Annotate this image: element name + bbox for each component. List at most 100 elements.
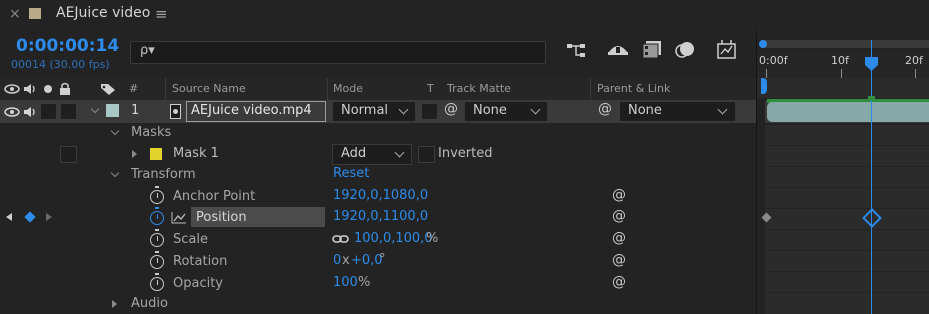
anchor-point-stopwatch-icon[interactable]: [150, 186, 164, 204]
ruler-label-0: 0:00f: [759, 54, 788, 67]
rotation-turns-value[interactable]: 0: [333, 253, 341, 268]
timeline-header: 0:00:00:14 00014 (30.00 fps) ρ▾: [0, 30, 756, 78]
opacity-stopwatch-icon[interactable]: [150, 273, 164, 291]
add-keyframe-icon[interactable]: [24, 211, 36, 223]
label-tag-icon[interactable]: [100, 82, 116, 96]
layer-column-header: # Source Name Mode T Track Matte Parent …: [0, 78, 756, 101]
anchor-point-value[interactable]: 1920,0,1080,0: [333, 188, 428, 203]
playhead-handle-icon[interactable]: [864, 56, 879, 72]
timeline-row-audio: [765, 293, 929, 314]
mask-name[interactable]: Mask 1: [173, 146, 219, 161]
layer-index: 1: [131, 103, 140, 118]
ruler-label-20f: 20f: [905, 54, 923, 67]
position-value[interactable]: 1920,0,1100,0: [333, 209, 428, 224]
position-stopwatch-icon[interactable]: [150, 207, 164, 225]
mask-color-swatch[interactable]: [150, 148, 162, 160]
composition-flowchart-icon[interactable]: [566, 42, 588, 60]
audio-expand-icon[interactable]: [112, 300, 117, 308]
masks-group-row[interactable]: Masks: [0, 123, 756, 144]
panel-menu-icon[interactable]: ≡: [155, 5, 168, 23]
opacity-value[interactable]: 100: [333, 275, 358, 290]
layer-label-color[interactable]: [106, 104, 119, 117]
current-time-display[interactable]: 0:00:00:14: [16, 36, 119, 56]
mask-row[interactable]: Mask 1 Add Inverted: [0, 144, 756, 165]
audio-icon[interactable]: [22, 82, 38, 96]
track-matte-dropdown[interactable]: None: [464, 101, 548, 122]
property-row-scale[interactable]: Scale 100,0,100,0 % @: [0, 228, 756, 249]
close-tab-icon[interactable]: ×: [9, 6, 21, 22]
video-visibility-icon[interactable]: [4, 83, 20, 95]
chevron-down-icon: [394, 147, 405, 158]
mask-mode-dropdown[interactable]: Add: [332, 144, 412, 165]
ruler-tick: [915, 69, 916, 78]
layer-duration-bar[interactable]: [767, 102, 929, 122]
masks-label: Masks: [131, 125, 172, 140]
mask-expand-icon[interactable]: [132, 150, 137, 158]
property-row-anchor-point[interactable]: Anchor Point 1920,0,1080,0 @: [0, 186, 756, 207]
work-area-begin-marker[interactable]: [761, 78, 767, 94]
frame-blending-icon[interactable]: [641, 40, 663, 60]
column-t[interactable]: T: [427, 82, 434, 95]
motion-blur-icon[interactable]: [674, 40, 696, 60]
layer-lock-switch[interactable]: [60, 103, 77, 120]
graph-icon[interactable]: [171, 211, 187, 224]
ruler-tick: [841, 69, 842, 78]
ruler-tick: [766, 69, 767, 78]
position-expression-pickwhip-icon[interactable]: @: [612, 208, 626, 224]
property-row-opacity[interactable]: Opacity 100 % @: [0, 270, 756, 291]
previous-keyframe-icon[interactable]: [6, 213, 12, 221]
playhead-line[interactable]: [871, 40, 872, 314]
transform-label: Transform: [131, 167, 196, 182]
composition-icon: [29, 8, 41, 19]
property-row-rotation[interactable]: Rotation 0 x +0,0 ° @: [0, 249, 756, 270]
layer-name-field[interactable]: AEJuice video.mp4: [186, 101, 326, 122]
column-source-name[interactable]: Source Name: [172, 82, 246, 95]
track-matte-pickwhip-icon[interactable]: @: [444, 101, 458, 117]
lock-icon[interactable]: [59, 82, 71, 96]
parent-pickwhip-icon[interactable]: @: [598, 101, 612, 117]
layer-row[interactable]: 1 AEJuice video.mp4 Normal @ None @ None: [0, 100, 756, 123]
layer-blend-mode-dropdown[interactable]: Normal: [332, 101, 416, 122]
work-area-start-handle[interactable]: [759, 40, 767, 48]
mask-mode-value: Add: [341, 146, 367, 161]
transform-expand-icon[interactable]: [110, 168, 120, 178]
anchor-point-expression-pickwhip-icon[interactable]: @: [612, 187, 626, 203]
rotation-x-separator: x: [342, 253, 350, 268]
audio-group-row[interactable]: Audio: [0, 292, 756, 313]
graph-editor-icon[interactable]: [716, 39, 738, 61]
layer-audio-icon[interactable]: [22, 105, 38, 119]
preserve-transparency-switch[interactable]: [421, 103, 438, 120]
ruler-underbar: [757, 78, 929, 98]
work-area-bar[interactable]: [761, 40, 929, 48]
constrain-proportions-link-icon[interactable]: [332, 234, 349, 244]
layer-visibility-icon[interactable]: [4, 106, 20, 118]
opacity-expression-pickwhip-icon[interactable]: @: [612, 274, 626, 290]
transform-reset-link[interactable]: Reset: [333, 166, 369, 181]
mask-inverted-checkbox[interactable]: [418, 146, 435, 163]
layer-solo-switch[interactable]: [40, 103, 57, 120]
scale-expression-pickwhip-icon[interactable]: @: [612, 230, 626, 246]
property-row-position[interactable]: Position 1920,0,1100,0 @: [0, 207, 756, 228]
column-parent-link[interactable]: Parent & Link: [597, 82, 670, 95]
column-track-matte[interactable]: Track Matte: [447, 82, 511, 95]
mask-lock-switch[interactable]: [60, 146, 77, 163]
draft-3d-icon[interactable]: [606, 40, 630, 60]
rotation-expression-pickwhip-icon[interactable]: @: [612, 252, 626, 268]
time-ruler[interactable]: 0:00f 10f 20f: [757, 52, 929, 78]
parent-dropdown[interactable]: None: [619, 101, 736, 122]
solo-icon[interactable]: [44, 85, 52, 93]
transform-group-row[interactable]: Transform Reset: [0, 165, 756, 186]
column-mode[interactable]: Mode: [333, 82, 363, 95]
column-divider: [165, 78, 166, 100]
scale-value[interactable]: 100,0,100,0: [354, 231, 433, 246]
chevron-down-icon: [398, 104, 409, 115]
position-label-highlight[interactable]: Position: [191, 207, 325, 227]
layer-expand-icon[interactable]: [90, 104, 100, 114]
scale-stopwatch-icon[interactable]: [150, 229, 164, 247]
rotation-stopwatch-icon[interactable]: [150, 251, 164, 269]
masks-expand-icon[interactable]: [110, 126, 120, 136]
rotation-degrees-value[interactable]: +0,0: [351, 253, 383, 268]
layer-search-input[interactable]: ρ▾: [130, 41, 546, 64]
next-keyframe-icon[interactable]: [46, 213, 52, 221]
tab-composition-title[interactable]: AEJuice video: [56, 5, 150, 21]
